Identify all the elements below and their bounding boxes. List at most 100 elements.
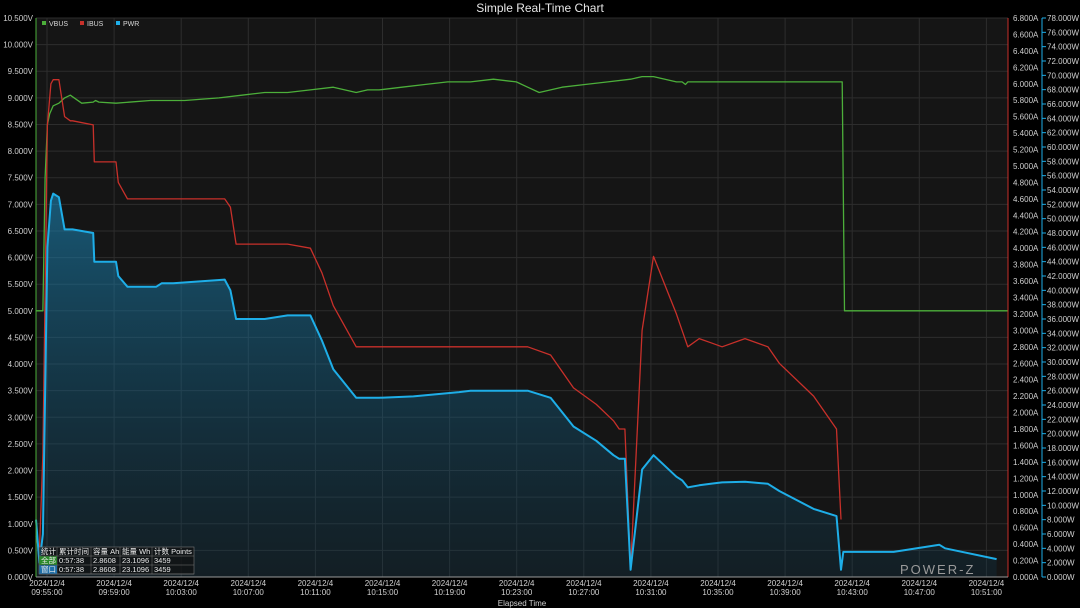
y-right-current-tick-label: 4.400A (1013, 211, 1039, 220)
y-right-power-tick-label: 22.000W (1047, 415, 1079, 424)
y-right-current-tick-label: 2.000A (1013, 409, 1039, 418)
y-right-power-tick-label: 62.000W (1047, 129, 1079, 138)
x-tick-time-label: 10:11:00 (300, 588, 331, 597)
y-right-power-tick-label: 32.000W (1047, 344, 1079, 353)
x-tick-date-label: 2024/12/4 (969, 579, 1005, 588)
stats-cell: 全部 (41, 555, 56, 565)
chart: Simple Real-Time Chart 0.000V 0.500V 1.000… (0, 0, 1080, 608)
x-tick-time-label: 09:59:00 (99, 588, 131, 597)
stats-header-cell: 计数 Points (154, 546, 192, 556)
y-right-power-tick-label: 54.000W (1047, 186, 1079, 195)
y-right-current-tick-label: 3.800A (1013, 261, 1039, 270)
y-left-tick-label: 2.000V (8, 467, 34, 476)
chart-title: Simple Real-Time Chart (476, 1, 604, 15)
y-right-current-tick-label: 2.200A (1013, 392, 1039, 401)
x-tick-date-label: 2024/12/4 (298, 579, 334, 588)
y-left-tick-label: 3.000V (8, 413, 34, 422)
y-left-tick-label: 8.000V (8, 147, 34, 156)
y-left-tick-label: 7.000V (8, 200, 34, 209)
y-left-tick-label: 1.500V (8, 493, 34, 502)
y-right-current-tick-label: 0.400A (1013, 540, 1039, 549)
x-tick-time-label: 09:55:00 (31, 588, 63, 597)
y-right-power-tick-label: 26.000W (1047, 387, 1079, 396)
stats-header-cell: 能量 Wh (122, 546, 150, 556)
y-right-current-tick-label: 4.000A (1013, 244, 1039, 253)
x-tick-date-label: 2024/12/4 (499, 579, 535, 588)
y-right-power-tick-label: 58.000W (1047, 157, 1079, 166)
y-left-tick-label: 4.000V (8, 360, 34, 369)
x-tick-time-label: 10:07:00 (233, 588, 265, 597)
y-left-tick-label: 1.000V (8, 520, 34, 529)
x-tick-date-label: 2024/12/4 (163, 579, 199, 588)
y-left-tick-label: 3.500V (8, 387, 34, 396)
x-tick-date-label: 2024/12/4 (432, 579, 468, 588)
x-tick-time-label: 10:19:00 (434, 588, 466, 597)
y-right-power-tick-label: 4.000W (1047, 544, 1075, 553)
stats-header-cell: 统计 (41, 546, 56, 556)
y-right-power-tick-label: 40.000W (1047, 286, 1079, 295)
x-tick-time-label: 10:03:00 (166, 588, 198, 597)
y-right-current-tick-label: 2.600A (1013, 359, 1039, 368)
y-right-power-tick-label: 42.000W (1047, 272, 1079, 281)
y-right-current-tick-label: 0.000A (1013, 573, 1039, 582)
y-right-power-tick-label: 66.000W (1047, 100, 1079, 109)
y-right-current-tick-label: 5.400A (1013, 129, 1039, 138)
x-tick-time-label: 10:27:00 (568, 588, 600, 597)
y-right-power-tick-label: 18.000W (1047, 444, 1079, 453)
stats-header-cell: 累计时间 (59, 546, 89, 556)
x-tick-time-label: 10:23:00 (501, 588, 533, 597)
y-right-power-tick-label: 50.000W (1047, 215, 1079, 224)
y-right-power-tick-label: 20.000W (1047, 430, 1079, 439)
y-right-power-tick-label: 56.000W (1047, 172, 1079, 181)
y-right-power-tick-label: 44.000W (1047, 258, 1079, 267)
x-tick-date-label: 2024/12/4 (96, 579, 132, 588)
y-right-power-tick-label: 60.000W (1047, 143, 1079, 152)
y-right-power-tick-label: 14.000W (1047, 473, 1079, 482)
chart-svg: Simple Real-Time Chart 0.000V0.500V1.000… (3, 1, 1079, 608)
y-right-current-tick-label: 1.600A (1013, 441, 1039, 450)
y-right-current-tick-label: 5.000A (1013, 162, 1039, 171)
y-right-power-tick-label: 72.000W (1047, 57, 1079, 66)
y-right-power-tick-label: 52.000W (1047, 200, 1079, 209)
y-right-current-tick-label: 1.200A (1013, 474, 1039, 483)
y-right-current-tick-label: 5.800A (1013, 96, 1039, 105)
y-right-current-tick-label: 5.200A (1013, 146, 1039, 155)
y-right-power-tick-label: 36.000W (1047, 315, 1079, 324)
y-right-power-tick-label: 68.000W (1047, 86, 1079, 95)
x-axis-title: Elapsed Time (498, 599, 547, 608)
stats-table: 统计 累计时间 容量 Ah 能量 Wh 计数 Points 全部 0:57:38 2.8608… (38, 546, 195, 575)
x-tick-date-label: 2024/12/4 (29, 579, 65, 588)
y-left-tick-label: 7.500V (8, 174, 34, 183)
stats-cell: 0:57:38 (59, 565, 84, 574)
y-left-tick-label: 10.000V (3, 41, 33, 50)
y-right-current-tick-label: 4.200A (1013, 228, 1039, 237)
y-left-tick-label: 4.500V (8, 333, 34, 342)
stats-cell: 2.8608 (93, 556, 116, 565)
y-left-tick-label: 9.500V (8, 67, 34, 76)
stats-cell: 0:57:38 (59, 556, 84, 565)
y-left-tick-label: 6.000V (8, 254, 34, 263)
y-right-current-tick-label: 0.600A (1013, 524, 1039, 533)
y-right-current-tick-label: 6.800A (1013, 14, 1039, 23)
x-tick-date-label: 2024/12/4 (700, 579, 736, 588)
y-right-power-tick-label: 70.000W (1047, 71, 1079, 80)
legend-swatch-vbus (42, 21, 46, 25)
y-right-current-tick-label: 1.800A (1013, 425, 1039, 434)
y-left-tick-label: 6.500V (8, 227, 34, 236)
y-right-current-tick-label: 6.600A (1013, 30, 1039, 39)
y-right-current-tick-label: 1.000A (1013, 491, 1039, 500)
y-right-power-tick-label: 30.000W (1047, 358, 1079, 367)
x-tick-time-label: 10:31:00 (635, 588, 667, 597)
y-right-current-tick-label: 3.000A (1013, 326, 1039, 335)
x-tick-time-label: 10:47:00 (904, 588, 936, 597)
y-right-current-tick-label: 6.200A (1013, 63, 1039, 72)
y-right-power-tick-label: 38.000W (1047, 301, 1079, 310)
y-right-power-tick-label: 34.000W (1047, 329, 1079, 338)
y-right-current-tick-label: 3.400A (1013, 294, 1039, 303)
y-right-power-tick-label: 76.000W (1047, 28, 1079, 37)
y-right-current-tick-label: 5.600A (1013, 113, 1039, 122)
x-tick-time-label: 10:35:00 (702, 588, 734, 597)
x-tick-date-label: 2024/12/4 (834, 579, 870, 588)
x-tick-date-label: 2024/12/4 (767, 579, 803, 588)
x-tick-date-label: 2024/12/4 (633, 579, 669, 588)
